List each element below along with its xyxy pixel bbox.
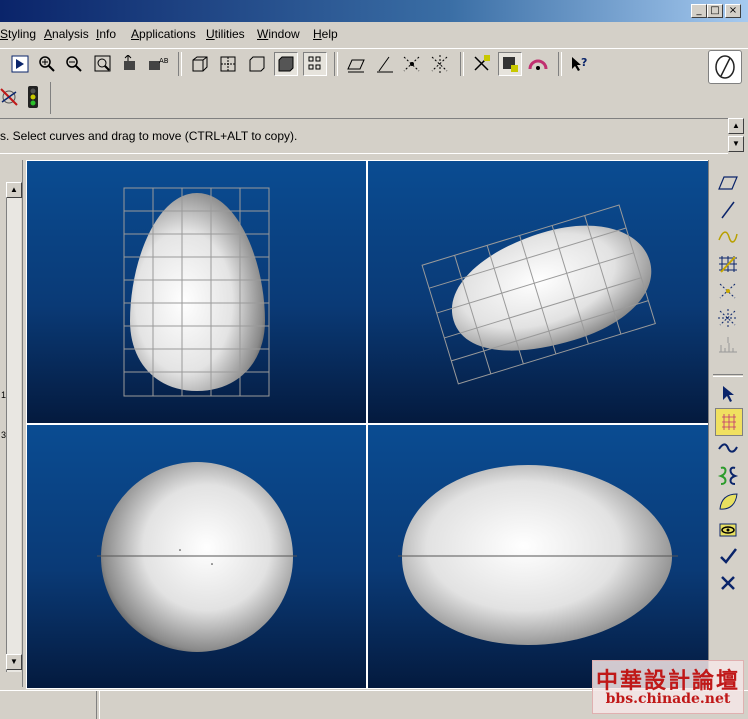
viewport-top[interactable] <box>26 160 367 424</box>
camera-abc-icon[interactable]: ABC <box>146 52 170 76</box>
zoom-window-icon[interactable] <box>91 52 115 76</box>
menu-window[interactable]: Window <box>257 27 300 41</box>
pick-arrow-icon[interactable] <box>715 381 741 407</box>
ruler-icon[interactable] <box>715 332 741 358</box>
right-toolbox <box>708 160 748 687</box>
view-top-icon[interactable] <box>216 52 240 76</box>
select-box-icon[interactable] <box>498 52 522 76</box>
plane-icon[interactable] <box>715 170 741 196</box>
viewport-side[interactable] <box>367 424 709 689</box>
line-icon[interactable] <box>715 197 741 223</box>
rotate-icon[interactable] <box>526 52 550 76</box>
close-button[interactable]: × <box>725 4 741 18</box>
prompt-scrollbar[interactable]: ▲ ▼ <box>728 118 746 154</box>
toolbar-divider <box>178 52 182 76</box>
help-pointer-icon[interactable]: ? <box>568 52 592 76</box>
minimize-button[interactable]: _ <box>691 4 707 18</box>
zoom-in-icon[interactable] <box>35 52 59 76</box>
menu-utilities[interactable]: Utilities <box>206 27 245 41</box>
secondary-toolbar <box>0 82 51 114</box>
view-select-icon[interactable] <box>8 52 32 76</box>
eye-patch-icon[interactable] <box>715 516 741 542</box>
cv-grid-icon[interactable] <box>715 408 743 436</box>
egg-shape[interactable] <box>101 462 293 652</box>
egg-shape[interactable] <box>402 465 672 645</box>
left-marker: 1 <box>1 390 7 400</box>
menu-info[interactable]: Info <box>96 27 116 41</box>
cv-tool-icon[interactable] <box>400 52 424 76</box>
left-scroll-down-button[interactable]: ▼ <box>6 654 22 670</box>
delete-x-icon[interactable] <box>715 570 741 596</box>
cv-cross-icon[interactable] <box>715 278 741 304</box>
maximize-button[interactable]: □ <box>707 4 723 18</box>
scroll-down-button[interactable]: ▼ <box>728 136 744 152</box>
app-logo-icon <box>708 50 742 84</box>
surface-swap-icon[interactable] <box>715 462 741 488</box>
camera-move-icon[interactable] <box>118 52 142 76</box>
cv-point[interactable] <box>211 563 213 565</box>
scroll-up-button[interactable]: ▲ <box>728 118 744 134</box>
patch-icon[interactable] <box>715 489 741 515</box>
viewport-front[interactable] <box>26 424 367 689</box>
toolbar-divider <box>460 52 464 76</box>
curve-icon[interactable] <box>715 224 741 250</box>
edit-points-icon[interactable] <box>428 52 452 76</box>
prompt-line: s. Select curves and drag to move (CTRL+… <box>0 118 728 154</box>
wave-curve-icon[interactable] <box>715 435 741 461</box>
menu-bar: Styling Analysis Info Applications Utili… <box>0 22 748 45</box>
watermark-url: bbs.chinade.net <box>605 691 731 707</box>
toolbox-divider <box>713 374 743 377</box>
forum-watermark: 中華設計論壇 bbs.chinade.net <box>592 660 744 714</box>
curve-tool-icon[interactable] <box>373 52 397 76</box>
viewport-perspective[interactable] <box>367 160 709 424</box>
left-scroll-up-button[interactable]: ▲ <box>6 182 22 198</box>
status-divider <box>96 691 100 719</box>
view-quad-icon[interactable] <box>303 52 327 76</box>
egg-shape[interactable] <box>437 205 666 372</box>
menu-styling[interactable]: Styling <box>0 27 36 41</box>
toolbar-divider <box>334 52 338 76</box>
traffic-light-icon[interactable] <box>21 85 45 109</box>
plane-tool-icon[interactable] <box>344 52 368 76</box>
egg-shape[interactable] <box>130 193 265 391</box>
svg-text:ABC: ABC <box>159 57 169 65</box>
view-persp-icon[interactable] <box>188 52 212 76</box>
left-marker: 3 <box>1 430 7 440</box>
zoom-out-icon[interactable] <box>62 52 86 76</box>
menu-analysis[interactable]: Analysis <box>44 27 89 41</box>
svg-text:?: ? <box>581 56 587 69</box>
grid-plane-icon[interactable] <box>715 251 741 277</box>
prompt-message: s. Select curves and drag to move (CTRL+… <box>0 129 298 143</box>
menu-applications[interactable]: Applications <box>131 27 196 41</box>
cv-point[interactable] <box>179 549 181 551</box>
menu-help[interactable]: Help <box>313 27 338 41</box>
title-bar: _ □ × <box>0 0 748 22</box>
view-frame-icon[interactable] <box>245 52 269 76</box>
snap-icon[interactable] <box>470 52 494 76</box>
left-scrollbar[interactable]: ▲ ▼ <box>6 182 22 672</box>
main-toolbar: ABC ? <box>0 48 748 84</box>
no-visibility-icon[interactable] <box>0 85 21 109</box>
cv-star-icon[interactable] <box>715 305 741 331</box>
check-icon[interactable] <box>715 543 741 569</box>
view-shaded-icon[interactable] <box>274 52 298 76</box>
toolbar-divider <box>558 52 562 76</box>
